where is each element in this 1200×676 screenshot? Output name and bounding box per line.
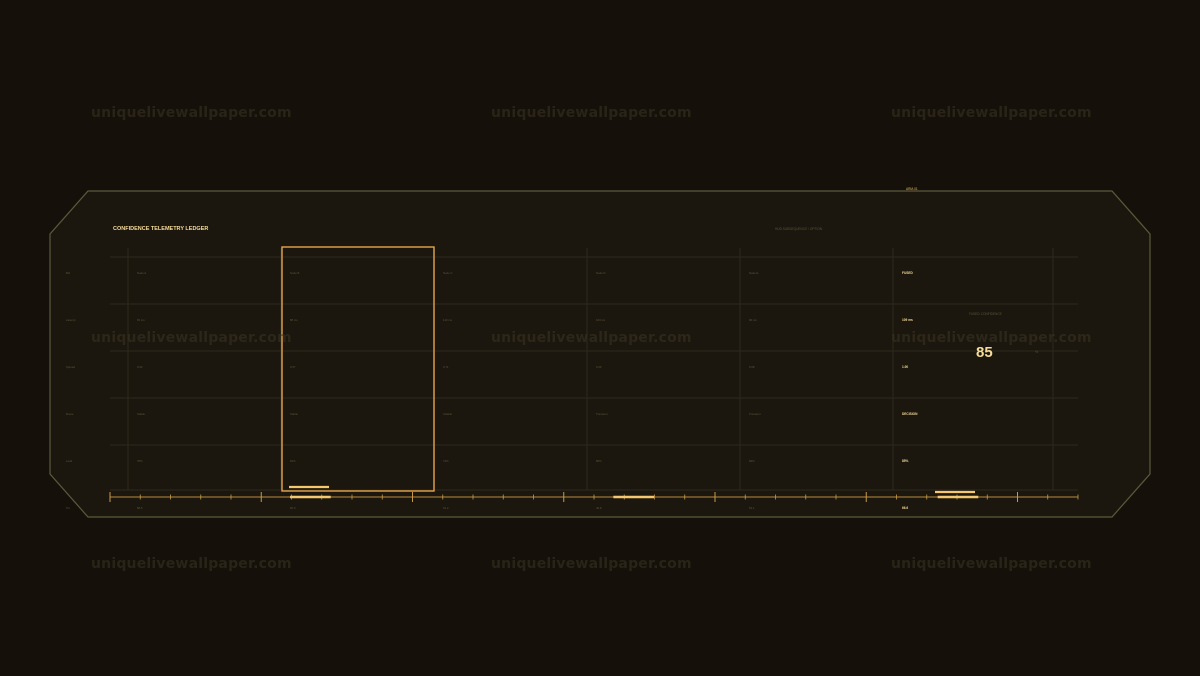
ledger-cell: 54.1 [749,506,755,510]
ledger-cell: 85% [902,459,909,463]
panel-title: CONFIDENCE TELEMETRY LEDGER [113,226,208,232]
row-label: Spread [66,365,75,369]
ledger-cell: 74% [443,459,449,463]
ledger-cell: 66.6 [902,506,908,510]
ledger-cell: 0.68 [749,365,755,369]
hud-canvas: CONFIDENCE TELEMETRY LEDGER HUD SUBSEQUE… [49,187,1151,518]
ledger-cell: 0.57 [290,365,296,369]
ledger-cell: Node B [290,271,299,275]
ledger-cell: Node A [137,271,146,275]
ledger-cell: Transient [749,412,761,416]
ledger-cell: Stable [137,412,145,416]
ledger-cell: 69% [749,459,755,463]
ledger-cell: DECISION [902,412,918,416]
row-label: Tot [66,506,70,510]
row-label: Route [66,412,74,416]
ledger-cell: 51.2 [443,506,449,510]
ledger-cell: Node C [443,271,452,275]
ledger-cell: 88 ms [290,318,298,322]
ledger-cell: Node E [749,271,758,275]
ledger-cell: 60.0 [290,506,296,510]
ledger-cell: Stable [290,412,298,416]
ledger-cell: 109 ms [902,318,913,322]
hud-stage: CONFIDENCE TELEMETRY LEDGER HUD SUBSEQUE… [0,0,1200,676]
ledger-cell: 93 ms [137,318,145,322]
fused-confidence-unit: % [1035,350,1038,354]
ledger-cell: 58.5 [137,506,143,510]
ledger-cell: Volatile [443,412,452,416]
panel-subtitle: HUD SUBSEQUENCE / OPTION [775,227,823,231]
ledger-cell: Node D [596,271,605,275]
ledger-cell: 0.66 [596,365,602,369]
fused-confidence-label: FUSED CONFIDENCE [969,312,1002,316]
ledger-cell: 110 ms [443,318,453,322]
ledger-cell: 78% [137,459,143,463]
ledger-cell: 86% [596,459,602,463]
row-label: Latency [66,318,76,322]
ledger-cell: 0.71 [443,365,449,369]
ledger-cell: 96 ms [749,318,757,322]
fused-confidence-value: 85 [976,344,993,361]
row-label: Bid [66,271,70,275]
ledger-cell: 49.8 [596,506,602,510]
ledger-cell: 81% [290,459,296,463]
ledger-cell: 0.62 [137,365,143,369]
ledger-cell: 103 ms [596,318,606,322]
ledger-cell: FUSED [902,271,914,275]
panel-badge: ARM-01 [906,187,918,191]
ledger-cell: 1.00 [902,365,908,369]
ledger-cell: Transient [596,412,608,416]
row-label: Load [66,459,73,463]
